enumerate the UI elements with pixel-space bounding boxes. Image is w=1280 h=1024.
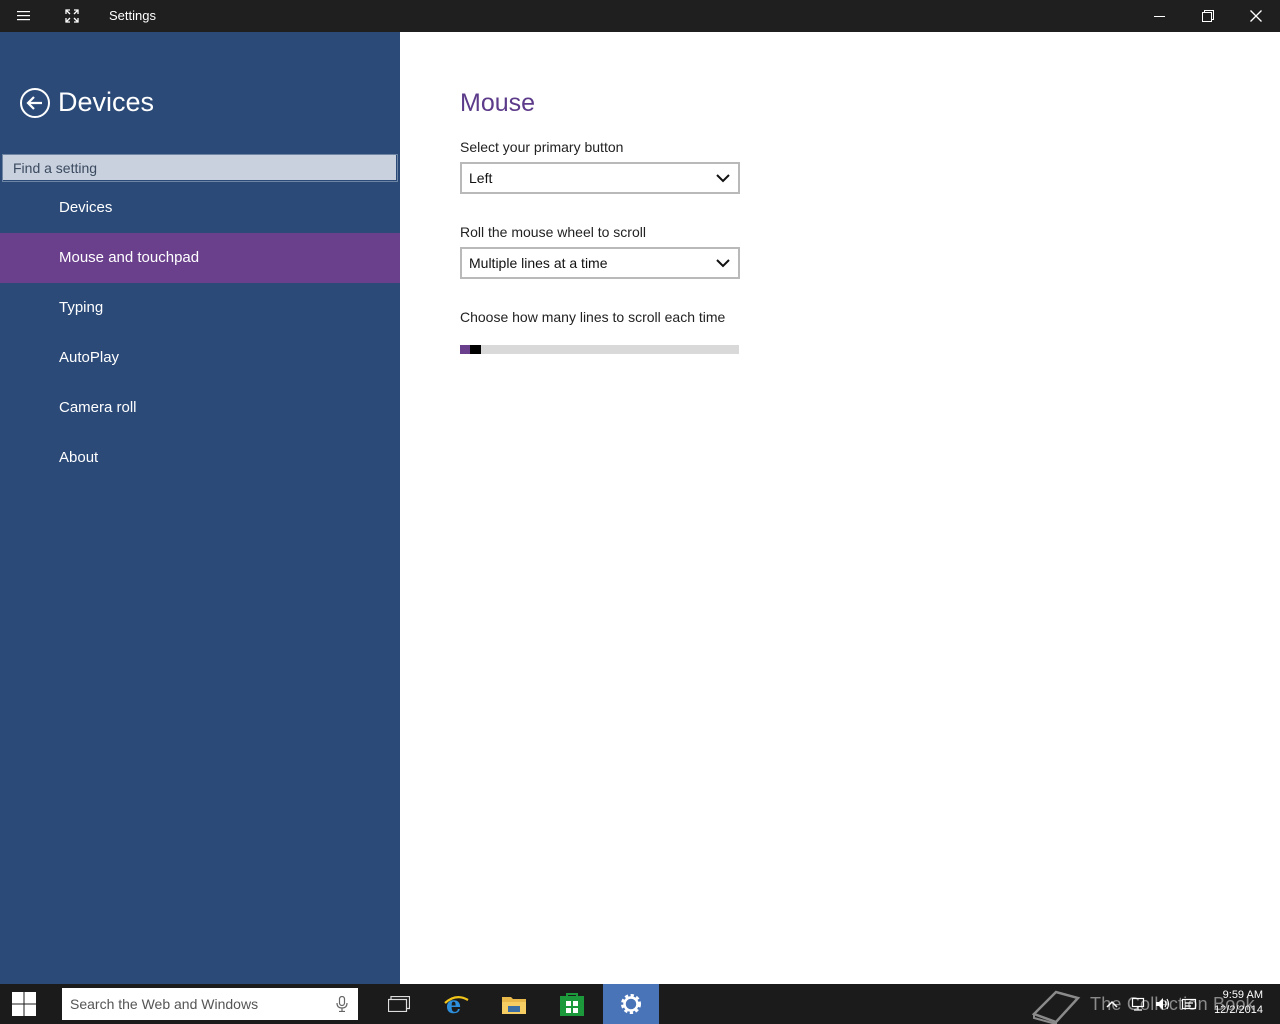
sidebar-item-autoplay[interactable]: AutoPlay — [0, 333, 400, 383]
hamburger-icon — [17, 11, 30, 21]
wheel-scroll-value: Multiple lines at a time — [469, 255, 608, 271]
title-bar: Settings — [0, 0, 1280, 32]
close-button[interactable] — [1232, 0, 1280, 32]
book-logo-icon — [1031, 990, 1081, 1024]
svg-text:e: e — [446, 991, 461, 1017]
task-view-icon — [388, 996, 410, 1012]
sidebar-item-devices[interactable]: Devices — [0, 183, 400, 233]
sidebar-item-typing[interactable]: Typing — [0, 283, 400, 333]
find-setting-search[interactable]: Find a setting — [1, 153, 398, 182]
window-title: Settings — [109, 8, 156, 23]
primary-button-dropdown[interactable]: Left — [460, 162, 740, 194]
restore-icon — [1202, 10, 1214, 22]
store-button[interactable] — [544, 984, 600, 1024]
hamburger-menu-button[interactable] — [0, 0, 48, 32]
wheel-scroll-label: Roll the mouse wheel to scroll — [460, 224, 646, 240]
search-input[interactable]: Find a setting — [2, 154, 398, 182]
fullscreen-button[interactable] — [48, 0, 96, 32]
page-title: Mouse — [460, 89, 536, 117]
back-arrow-icon — [20, 88, 50, 118]
chevron-down-icon — [716, 259, 730, 268]
start-button[interactable] — [0, 984, 48, 1024]
expand-icon — [65, 9, 79, 23]
settings-app-button[interactable] — [603, 984, 659, 1024]
notification-icon[interactable] — [1181, 996, 1197, 1012]
restore-button[interactable] — [1184, 0, 1232, 32]
sidebar-item-about[interactable]: About — [0, 433, 400, 483]
primary-button-value: Left — [469, 170, 493, 186]
folder-icon — [502, 997, 526, 1014]
task-view-button[interactable] — [371, 984, 427, 1024]
primary-button-label: Select your primary button — [460, 139, 624, 155]
taskbar-search-input[interactable]: Search the Web and Windows — [70, 988, 258, 1020]
slider-fill — [460, 345, 470, 354]
windows-logo-icon — [12, 992, 36, 1016]
minimize-icon — [1154, 16, 1165, 17]
internet-explorer-icon: e — [444, 991, 469, 1017]
sidebar: Devices Find a setting Devices Mouse and… — [0, 32, 400, 984]
internet-explorer-button[interactable]: e — [428, 984, 484, 1024]
lines-scroll-label: Choose how many lines to scroll each tim… — [460, 309, 726, 325]
volume-icon[interactable] — [1155, 996, 1171, 1012]
show-hidden-icons-icon[interactable] — [1104, 996, 1120, 1012]
sidebar-item-mouse-and-touchpad[interactable]: Mouse and touchpad — [0, 233, 400, 283]
main-content: Mouse Select your primary button Left Ro… — [400, 32, 1280, 984]
taskbar-search[interactable]: Search the Web and Windows — [62, 988, 358, 1020]
gear-icon — [621, 994, 641, 1014]
store-icon — [560, 993, 584, 1016]
sidebar-title: Devices — [58, 87, 155, 117]
taskbar: Search the Web and Windows e The Collect… — [0, 984, 1280, 1024]
microphone-icon[interactable] — [336, 996, 348, 1012]
back-button[interactable] — [19, 87, 51, 119]
slider-thumb[interactable] — [470, 345, 481, 354]
sidebar-item-camera-roll[interactable]: Camera roll — [0, 383, 400, 433]
clock-time: 9:59 AM — [1222, 989, 1263, 1001]
close-icon — [1250, 10, 1262, 22]
chevron-down-icon — [716, 174, 730, 183]
minimize-button[interactable] — [1136, 0, 1184, 32]
system-clock[interactable]: 9:59 AM 12/2/2014 — [1214, 988, 1263, 1018]
lines-scroll-slider[interactable] — [460, 345, 739, 354]
network-icon[interactable] — [1130, 996, 1146, 1012]
file-explorer-button[interactable] — [486, 984, 542, 1024]
wheel-scroll-dropdown[interactable]: Multiple lines at a time — [460, 247, 740, 279]
clock-date: 12/2/2014 — [1214, 1004, 1263, 1016]
